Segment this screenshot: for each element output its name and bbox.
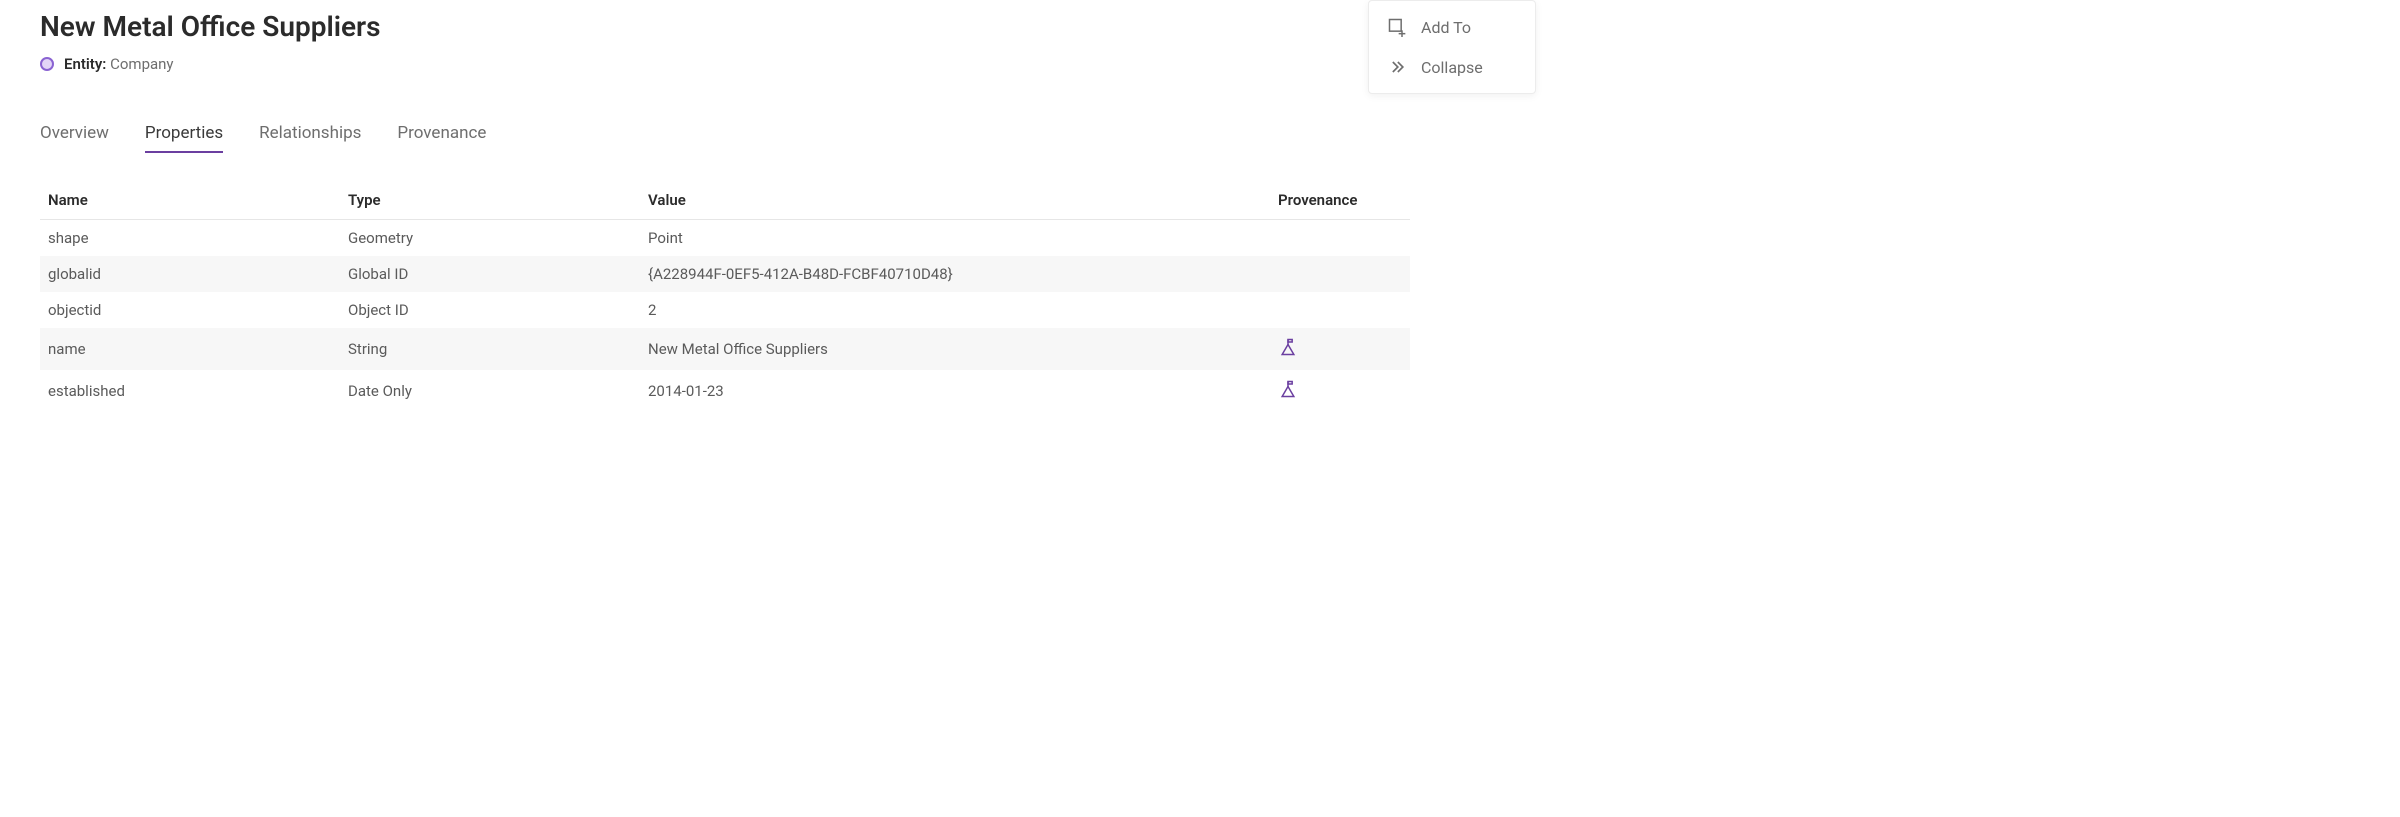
cell-type: Object ID xyxy=(340,292,640,328)
entity-row: Entity: Company xyxy=(40,55,1496,73)
col-header-value: Value xyxy=(640,181,1270,220)
cell-type: Geometry xyxy=(340,220,640,257)
entity-value: Company xyxy=(110,55,173,73)
add-to-button[interactable]: Add To xyxy=(1369,7,1535,47)
col-header-name: Name xyxy=(40,181,340,220)
table-row[interactable]: nameStringNew Metal Office Suppliers xyxy=(40,328,1410,370)
cell-provenance[interactable] xyxy=(1270,328,1410,370)
page-title: New Metal Office Suppliers xyxy=(40,10,1496,43)
provenance-icon[interactable] xyxy=(1278,379,1298,399)
actions-panel: Add To Collapse xyxy=(1368,0,1536,94)
table-row[interactable]: globalidGlobal ID{A228944F-0EF5-412A-B48… xyxy=(40,256,1410,292)
cell-name: globalid xyxy=(40,256,340,292)
cell-value: 2 xyxy=(640,292,1270,328)
cell-provenance xyxy=(1270,292,1410,328)
cell-value: Point xyxy=(640,220,1270,257)
header-section: New Metal Office Suppliers Entity: Compa… xyxy=(40,10,1496,73)
cell-value: {A228944F-0EF5-412A-B48D-FCBF40710D48} xyxy=(640,256,1270,292)
cell-value: 2014-01-23 xyxy=(640,370,1270,412)
tabs: Overview Properties Relationships Proven… xyxy=(40,123,1496,153)
collapse-icon xyxy=(1387,57,1407,77)
collapse-button[interactable]: Collapse xyxy=(1369,47,1535,87)
tab-properties[interactable]: Properties xyxy=(145,123,223,153)
cell-name: name xyxy=(40,328,340,370)
add-to-icon xyxy=(1387,17,1407,37)
table-row[interactable]: shapeGeometryPoint xyxy=(40,220,1410,257)
cell-name: established xyxy=(40,370,340,412)
cell-type: Date Only xyxy=(340,370,640,412)
table-header-row: Name Type Value Provenance xyxy=(40,181,1410,220)
cell-type: String xyxy=(340,328,640,370)
collapse-label: Collapse xyxy=(1421,58,1483,77)
col-header-type: Type xyxy=(340,181,640,220)
table-row[interactable]: establishedDate Only2014-01-23 xyxy=(40,370,1410,412)
entity-label: Entity: xyxy=(64,55,106,73)
add-to-label: Add To xyxy=(1421,18,1471,37)
cell-provenance[interactable] xyxy=(1270,370,1410,412)
tab-relationships[interactable]: Relationships xyxy=(259,123,361,153)
cell-name: shape xyxy=(40,220,340,257)
cell-type: Global ID xyxy=(340,256,640,292)
col-header-provenance: Provenance xyxy=(1270,181,1410,220)
table-row[interactable]: objectidObject ID2 xyxy=(40,292,1410,328)
entity-dot-icon xyxy=(40,57,54,71)
cell-name: objectid xyxy=(40,292,340,328)
cell-provenance xyxy=(1270,220,1410,257)
properties-table: Name Type Value Provenance shapeGeometry… xyxy=(40,181,1410,412)
cell-value: New Metal Office Suppliers xyxy=(640,328,1270,370)
tab-overview[interactable]: Overview xyxy=(40,123,109,153)
tab-provenance[interactable]: Provenance xyxy=(397,123,486,153)
cell-provenance xyxy=(1270,256,1410,292)
provenance-icon[interactable] xyxy=(1278,337,1298,357)
